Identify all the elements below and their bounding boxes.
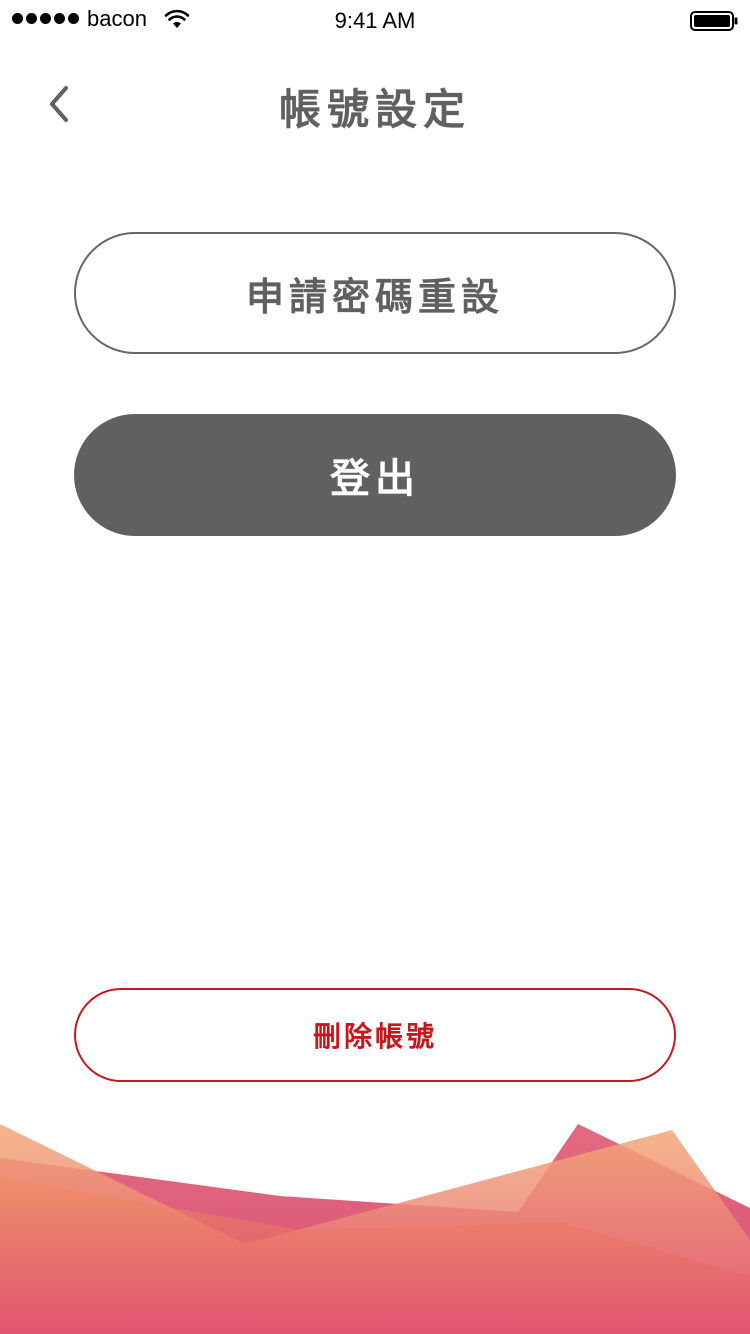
decorative-wave (0, 1124, 750, 1334)
battery-icon (690, 11, 738, 31)
delete-account-label: 刪除帳號 (312, 1020, 437, 1053)
logout-label: 登出 (330, 456, 420, 502)
logout-button[interactable]: 登出 (74, 414, 676, 536)
status-bar: bacon 9:41 AM (0, 0, 750, 40)
reset-password-label: 申請密碼重設 (245, 274, 504, 319)
status-time: 9:41 AM (334, 8, 416, 33)
reset-password-button[interactable]: 申請密碼重設 (74, 232, 676, 354)
delete-account-button[interactable]: 刪除帳號 (74, 988, 676, 1082)
page-title: 帳號設定 (278, 85, 471, 134)
